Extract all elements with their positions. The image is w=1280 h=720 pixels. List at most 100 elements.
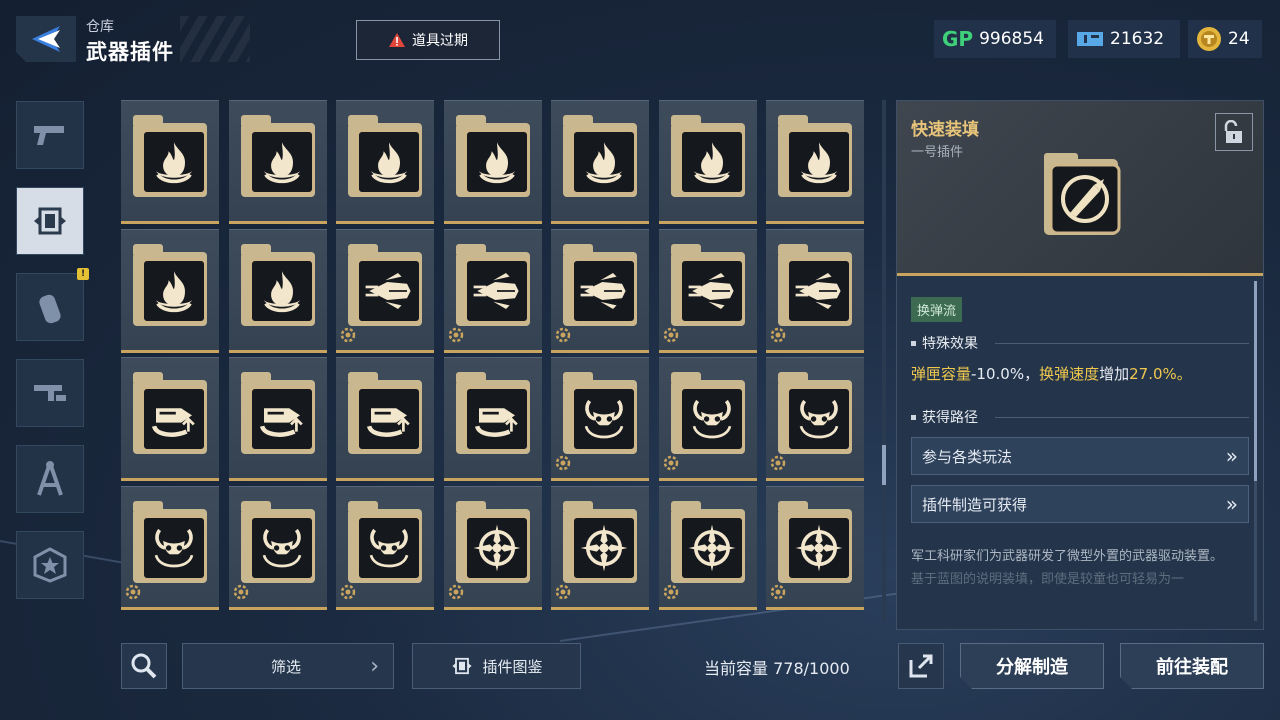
- source-item-gameplay[interactable]: 参与各类玩法 »: [911, 437, 1249, 475]
- plugin-card-flame[interactable]: [659, 100, 757, 224]
- tab-compass[interactable]: [16, 445, 84, 513]
- plugin-card-target[interactable]: [659, 486, 757, 610]
- star-badge-icon: [33, 547, 67, 583]
- plugin-card-rocket[interactable]: [659, 229, 757, 353]
- plugin-card-demon[interactable]: [659, 357, 757, 481]
- dismantle-button[interactable]: 分解制造: [960, 643, 1104, 689]
- tab-plugin[interactable]: [16, 187, 84, 255]
- capacity-text: 当前容量 778/1000: [704, 659, 850, 678]
- plugin-card-flame[interactable]: [229, 229, 327, 353]
- gear-icon: [340, 327, 356, 347]
- export-icon: [909, 654, 933, 678]
- divider: [995, 417, 1249, 418]
- plugin-card-bullet[interactable]: [229, 357, 327, 481]
- detail-panel: 快速装填 一号插件 换弹流 特殊效果 弹匣容量-10.0%，换弹速度增加27.0…: [896, 100, 1264, 630]
- plugin-card-rocket[interactable]: [551, 229, 649, 353]
- equip-button[interactable]: 前往装配: [1120, 643, 1264, 689]
- gear-icon: [770, 584, 786, 604]
- plugin-card-demon[interactable]: [121, 486, 219, 610]
- plugin-card-target[interactable]: [766, 486, 864, 610]
- demon-icon: [571, 386, 637, 452]
- plugin-card-flame[interactable]: [551, 100, 649, 224]
- plugin-description: 军工科研家们为武器研发了微型外置的武器驱动装置。 基于蓝图的说明装填，即使是较童…: [911, 549, 1224, 587]
- flame-icon: [571, 129, 637, 195]
- tab-gun-part[interactable]: [16, 359, 84, 427]
- effect-text: 弹匣容量-10.0%，换弹速度增加27.0%。: [911, 365, 1192, 383]
- rocket-icon: [464, 258, 530, 324]
- gear-icon: [770, 455, 786, 475]
- coin-icon: [1197, 27, 1221, 51]
- gear-icon: [770, 327, 786, 347]
- plugin-card-bullet[interactable]: [121, 357, 219, 481]
- plugin-card-flame[interactable]: [444, 100, 542, 224]
- catalog-label: 插件图鉴: [482, 657, 543, 676]
- plugin-card-flame[interactable]: [766, 100, 864, 224]
- plugin-card-bullet[interactable]: [336, 357, 434, 481]
- catalog-button[interactable]: 插件图鉴: [412, 643, 581, 689]
- currency-coin: 24: [1188, 20, 1262, 58]
- detail-header: 快速装填 一号插件: [897, 101, 1263, 276]
- plugin-card-demon[interactable]: [336, 486, 434, 610]
- expired-items-button[interactable]: 道具过期: [356, 20, 500, 60]
- bullet-icon: [249, 386, 315, 452]
- bullet-icon: [141, 386, 207, 452]
- gear-icon: [448, 584, 464, 604]
- lock-button[interactable]: [1215, 113, 1253, 151]
- plugin-card-demon[interactable]: [551, 357, 649, 481]
- divider: [995, 343, 1249, 344]
- filter-button[interactable]: 筛选 ›: [182, 643, 394, 689]
- rocket-icon: [356, 258, 422, 324]
- grid-scrollbar[interactable]: [882, 100, 886, 620]
- currency-gp-value: 996854: [979, 29, 1044, 49]
- gear-icon: [448, 327, 464, 347]
- header-decoration: [180, 16, 250, 62]
- flame-icon: [249, 258, 315, 324]
- back-button[interactable]: [16, 16, 76, 62]
- source-item-crafting[interactable]: 插件制造可获得 »: [911, 485, 1249, 523]
- gp-icon: GP: [942, 27, 974, 51]
- currency-ticket: 21632: [1068, 20, 1180, 58]
- tab-star-badge[interactable]: [16, 531, 84, 599]
- gear-icon: [555, 455, 571, 475]
- flame-icon: [141, 129, 207, 195]
- effect-section-title: 特殊效果: [911, 333, 978, 353]
- plugin-card-demon[interactable]: [766, 357, 864, 481]
- filter-label: 筛选: [271, 657, 302, 676]
- gear-icon: [340, 584, 356, 604]
- plugin-card-rocket[interactable]: [444, 229, 542, 353]
- gear-icon: [555, 327, 571, 347]
- flame-icon: [464, 129, 530, 195]
- tab-pistol[interactable]: [16, 101, 84, 169]
- plugin-card-demon[interactable]: [229, 486, 327, 610]
- plugin-name: 快速装填: [911, 120, 979, 140]
- plugin-card-rocket[interactable]: [766, 229, 864, 353]
- plugin-card-flame[interactable]: [121, 229, 219, 353]
- double-chevron-icon: »: [1225, 444, 1238, 468]
- rocket-plugin-icon: [1044, 153, 1121, 235]
- detail-scrollbar[interactable]: [1254, 281, 1257, 621]
- page-title: 武器插件: [86, 40, 174, 64]
- plugin-preview: [1042, 151, 1122, 241]
- search-button[interactable]: [121, 643, 167, 689]
- bullet-icon: [356, 386, 422, 452]
- plugin-card-bullet[interactable]: [444, 357, 542, 481]
- source-section-title: 获得路径: [911, 407, 978, 427]
- demon-icon: [786, 386, 852, 452]
- double-chevron-icon: »: [1225, 492, 1238, 516]
- demon-icon: [249, 515, 315, 581]
- gear-icon: [555, 584, 571, 604]
- plugin-card-target[interactable]: [444, 486, 542, 610]
- alert-label: 道具过期: [412, 33, 468, 49]
- plugin-card-rocket[interactable]: [336, 229, 434, 353]
- tab-grenade[interactable]: !: [16, 268, 89, 341]
- plugin-card-flame[interactable]: [336, 100, 434, 224]
- target-icon: [571, 515, 637, 581]
- flame-icon: [356, 129, 422, 195]
- plugin-card-flame[interactable]: [229, 100, 327, 224]
- plugin-card-flame[interactable]: [121, 100, 219, 224]
- plugin-card-target[interactable]: [551, 486, 649, 610]
- plugin-subtitle: 一号插件: [911, 145, 964, 160]
- notification-badge: !: [77, 268, 89, 280]
- currency-gp: GP 996854: [934, 20, 1056, 58]
- share-button[interactable]: [898, 643, 944, 689]
